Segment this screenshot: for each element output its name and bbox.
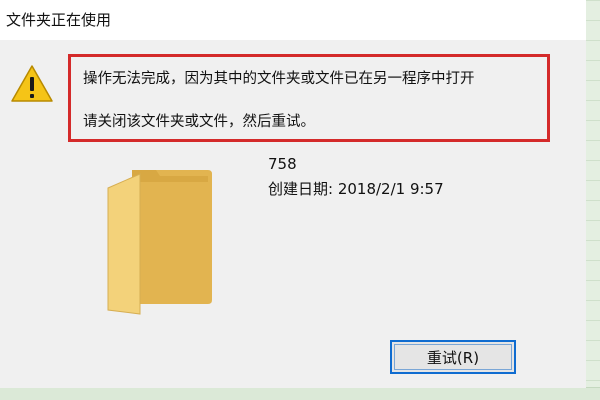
dialog-titlebar: 文件夹正在使用 xyxy=(0,0,586,40)
file-created-date: 创建日期: 2018/2/1 9:57 xyxy=(268,180,444,198)
retry-button[interactable]: 重试(R) xyxy=(390,340,516,374)
file-name: 758 xyxy=(268,155,297,173)
retry-button-label: 重试(R) xyxy=(394,344,512,370)
error-message-highlight: 操作无法完成，因为其中的文件夹或文件已在另一程序中打开 请关闭该文件夹或文件，然… xyxy=(68,54,550,142)
folder-icon xyxy=(107,170,212,315)
file-in-use-dialog: 文件夹正在使用 操作无法完成，因为其中的文件夹或文件已在另一程序中打开 请关闭该… xyxy=(0,0,586,388)
error-message-line-2: 请关闭该文件夹或文件，然后重试。 xyxy=(83,114,315,130)
warning-triangle-icon xyxy=(11,65,53,102)
background-spreadsheet-bottom xyxy=(0,387,600,400)
error-message-line-1: 操作无法完成，因为其中的文件夹或文件已在另一程序中打开 xyxy=(83,71,475,87)
background-spreadsheet-edge xyxy=(586,0,600,400)
dialog-title: 文件夹正在使用 xyxy=(6,11,112,29)
